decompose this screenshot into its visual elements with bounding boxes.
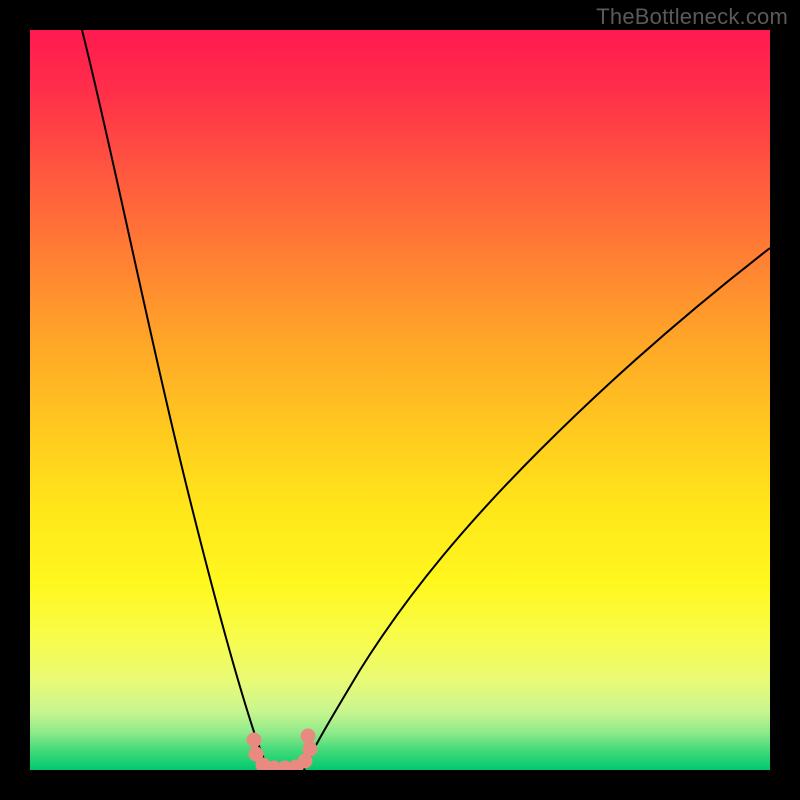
valley-marker <box>303 742 317 756</box>
left-curve <box>82 30 268 770</box>
outer-frame: TheBottleneck.com <box>0 0 800 800</box>
right-curve <box>304 248 770 770</box>
curve-layer <box>30 30 770 770</box>
valley-marker <box>247 733 261 747</box>
valley-markers-group <box>247 729 317 770</box>
plot-area <box>30 30 770 770</box>
valley-marker <box>301 729 315 743</box>
watermark-text: TheBottleneck.com <box>596 4 788 30</box>
